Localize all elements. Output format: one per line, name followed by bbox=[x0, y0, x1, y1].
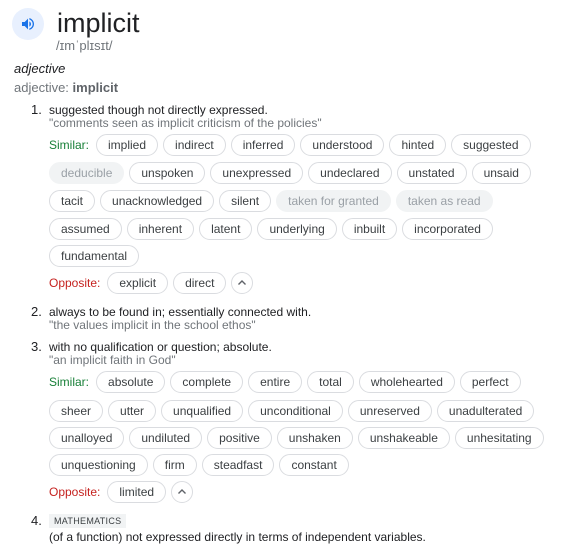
synonym-chip[interactable]: inherent bbox=[126, 218, 195, 240]
synonym-chip[interactable]: fundamental bbox=[49, 245, 140, 267]
synonym-chip[interactable]: tacit bbox=[49, 190, 96, 212]
opposite-label: Opposite: bbox=[49, 485, 101, 499]
domain-badge: MATHEMATICS bbox=[49, 514, 127, 528]
synonym-chip-disabled: taken as read bbox=[395, 190, 493, 212]
synonym-chip[interactable]: indirect bbox=[163, 134, 226, 156]
synonym-chip[interactable]: wholehearted bbox=[358, 371, 455, 393]
synonym-chip-disabled: taken for granted bbox=[276, 190, 391, 212]
synonym-chip[interactable]: unshakeable bbox=[357, 427, 450, 449]
part-of-speech: adjective bbox=[14, 61, 66, 76]
synonym-chip[interactable]: constant bbox=[279, 454, 349, 476]
synonym-chip[interactable]: positive bbox=[207, 427, 272, 449]
synonym-chip[interactable]: assumed bbox=[49, 218, 122, 240]
sense-example: "an implicit faith in God" bbox=[49, 353, 176, 367]
synonym-chip[interactable]: suggested bbox=[451, 134, 531, 156]
synonym-chip-disabled: deducible bbox=[49, 162, 125, 184]
synonym-chip[interactable]: undeclared bbox=[308, 162, 392, 184]
synonym-chip[interactable]: absolute bbox=[96, 371, 166, 393]
synonym-chip[interactable]: unshaken bbox=[276, 427, 353, 449]
synonym-chip[interactable]: unreserved bbox=[347, 400, 432, 422]
similar-row: Similar: implied indirect inferred under… bbox=[49, 134, 536, 156]
synonym-chip[interactable]: unalloyed bbox=[49, 427, 125, 449]
synonym-chip[interactable]: unqualified bbox=[161, 400, 244, 422]
synonym-chip[interactable]: entire bbox=[248, 371, 303, 393]
similar-label: Similar: bbox=[49, 375, 90, 389]
synonym-chip[interactable]: silent bbox=[219, 190, 272, 212]
similar-row: unalloyed undiluted positive unshaken un… bbox=[49, 427, 549, 449]
synonym-chip[interactable]: inferred bbox=[230, 134, 296, 156]
synonym-chip[interactable]: latent bbox=[199, 218, 253, 240]
sense-example: "comments seen as implicit criticism of … bbox=[49, 116, 322, 130]
similar-row: Similar: absolute complete entire total … bbox=[49, 371, 526, 393]
synonym-chip[interactable]: unadulterated bbox=[436, 400, 535, 422]
pos-word: implicit bbox=[72, 80, 119, 95]
sense-definition: always to be found in; essentially conne… bbox=[49, 305, 312, 319]
chevron-up-icon bbox=[238, 280, 247, 285]
opposite-row: Opposite: limited bbox=[49, 481, 194, 503]
synonym-chip[interactable]: unquestioning bbox=[49, 454, 148, 476]
sense-definition: (of a function) not expressed directly i… bbox=[49, 530, 426, 544]
collapse-button[interactable] bbox=[171, 481, 194, 503]
similar-row: unquestioning firm steadfast constant bbox=[49, 454, 354, 476]
synonym-chip[interactable]: unacknowledged bbox=[100, 190, 215, 212]
synonym-chip[interactable]: complete bbox=[170, 371, 244, 393]
synonym-chip[interactable]: perfect bbox=[459, 371, 521, 393]
part-of-speech-line: adjective: implicit bbox=[14, 80, 118, 95]
sense-definition: with no qualification or question; absol… bbox=[49, 340, 272, 354]
chevron-up-icon bbox=[178, 489, 187, 494]
speaker-icon[interactable] bbox=[12, 8, 44, 40]
similar-row: sheer utter unqualified unconditional un… bbox=[49, 400, 539, 422]
synonym-chip[interactable]: unconditional bbox=[248, 400, 343, 422]
sense-number: 2. bbox=[31, 304, 42, 319]
synonym-chip[interactable]: sheer bbox=[49, 400, 104, 422]
synonym-chip[interactable]: unstated bbox=[396, 162, 467, 184]
sense-definition: suggested though not directly expressed. bbox=[49, 103, 268, 117]
opposite-label: Opposite: bbox=[49, 276, 101, 290]
similar-label: Similar: bbox=[49, 138, 90, 152]
antonym-chip[interactable]: direct bbox=[173, 272, 227, 294]
sense-example: "the values implicit in the school ethos… bbox=[49, 318, 256, 332]
antonym-chip[interactable]: limited bbox=[107, 481, 167, 503]
synonym-chip[interactable]: incorporated bbox=[402, 218, 493, 240]
synonym-chip[interactable]: hinted bbox=[389, 134, 447, 156]
opposite-row: Opposite: explicit direct bbox=[49, 272, 254, 294]
synonym-chip[interactable]: unhesitating bbox=[454, 427, 544, 449]
synonym-chip[interactable]: steadfast bbox=[201, 454, 275, 476]
synonym-chip[interactable]: unsaid bbox=[471, 162, 531, 184]
synonym-chip[interactable]: unspoken bbox=[129, 162, 206, 184]
synonym-chip[interactable]: utter bbox=[108, 400, 157, 422]
similar-row: deducible unspoken unexpressed undeclare… bbox=[49, 162, 536, 184]
synonym-chip[interactable]: unexpressed bbox=[210, 162, 304, 184]
synonym-chip[interactable]: inbuilt bbox=[341, 218, 398, 240]
antonym-chip[interactable]: explicit bbox=[107, 272, 169, 294]
sense-number: 1. bbox=[31, 102, 42, 117]
similar-row: tacit unacknowledged silent taken for gr… bbox=[49, 190, 498, 212]
sense-number: 3. bbox=[31, 339, 42, 354]
sense-number: 4. bbox=[31, 513, 42, 528]
synonym-chip[interactable]: underlying bbox=[257, 218, 337, 240]
similar-row: fundamental bbox=[49, 245, 144, 267]
synonym-chip[interactable]: total bbox=[307, 371, 354, 393]
similar-row: assumed inherent latent underlying inbui… bbox=[49, 218, 498, 240]
synonym-chip[interactable]: implied bbox=[96, 134, 159, 156]
synonym-chip[interactable]: undiluted bbox=[129, 427, 203, 449]
phonetic: /ɪmˈplɪsɪt/ bbox=[56, 38, 113, 53]
pos-prefix: adjective: bbox=[14, 80, 73, 95]
headword: implicit bbox=[57, 8, 140, 38]
collapse-button[interactable] bbox=[231, 272, 254, 294]
synonym-chip[interactable]: firm bbox=[152, 454, 197, 476]
synonym-chip[interactable]: understood bbox=[300, 134, 385, 156]
